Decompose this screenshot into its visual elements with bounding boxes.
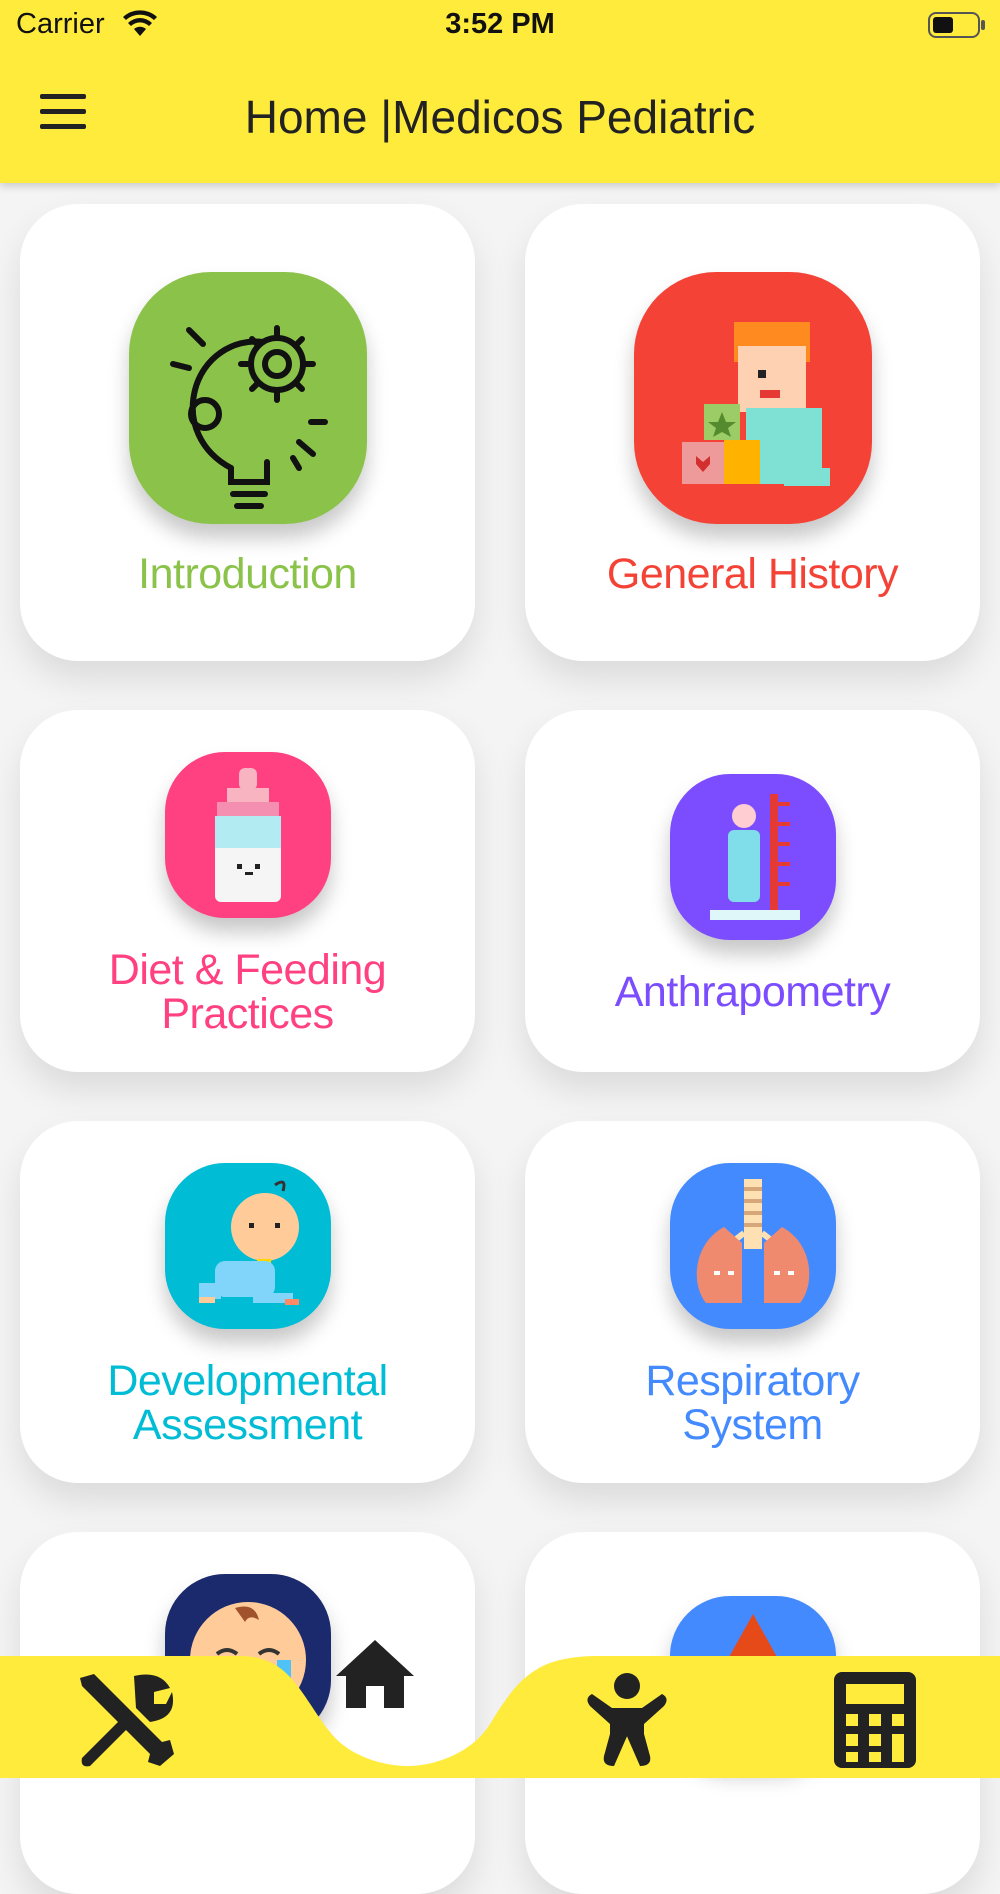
home-icon[interactable] [334, 1636, 416, 1712]
card-label: General History [606, 550, 899, 598]
baby-bottle-icon [164, 752, 331, 918]
battery-icon [928, 12, 985, 38]
lungs-icon [669, 1163, 836, 1329]
app-header: Carrier 3:52 PM Home |Medicos Pediatric [0, 0, 1000, 183]
crawling-baby-icon [164, 1163, 331, 1329]
card-label-line2: System [682, 1401, 823, 1449]
card-anthrapometry[interactable]: Anthrapometry [525, 710, 980, 1072]
card-developmental-assessment[interactable]: Developmental Assessment [20, 1121, 475, 1483]
card-label-line1: Diet & Feeding [108, 946, 387, 994]
card-label: Anthrapometry [614, 968, 891, 1016]
card-label-line2: Assessment [132, 1401, 363, 1449]
baby-icon[interactable] [584, 1670, 670, 1770]
card-label-line1: Developmental [107, 1357, 388, 1405]
card-label-line1: Respiratory [645, 1357, 860, 1405]
card-introduction[interactable]: Introduction [20, 204, 475, 661]
page-title: Home |Medicos Pediatric [244, 91, 756, 143]
status-bar: Carrier 3:52 PM [0, 0, 1000, 50]
card-general-history[interactable]: General History [525, 204, 980, 661]
card-label: Respiratory System [525, 1359, 980, 1447]
card-respiratory-system[interactable]: Respiratory System [525, 1121, 980, 1483]
calculator-icon[interactable] [832, 1670, 918, 1770]
card-label: Developmental Assessment [20, 1359, 475, 1447]
child-with-blocks-icon [633, 272, 872, 524]
card-label-line2: Practices [161, 990, 334, 1038]
card-label: Diet & Feeding Practices [20, 948, 475, 1036]
status-time: 3:52 PM [445, 8, 555, 40]
card-label: Introduction [138, 550, 357, 598]
tools-icon[interactable] [74, 1670, 178, 1770]
height-measure-icon [669, 774, 836, 940]
bottom-navigation [0, 1640, 1000, 1778]
lightbulb-gears-icon [128, 272, 367, 524]
card-diet-feeding[interactable]: Diet & Feeding Practices [20, 710, 475, 1072]
